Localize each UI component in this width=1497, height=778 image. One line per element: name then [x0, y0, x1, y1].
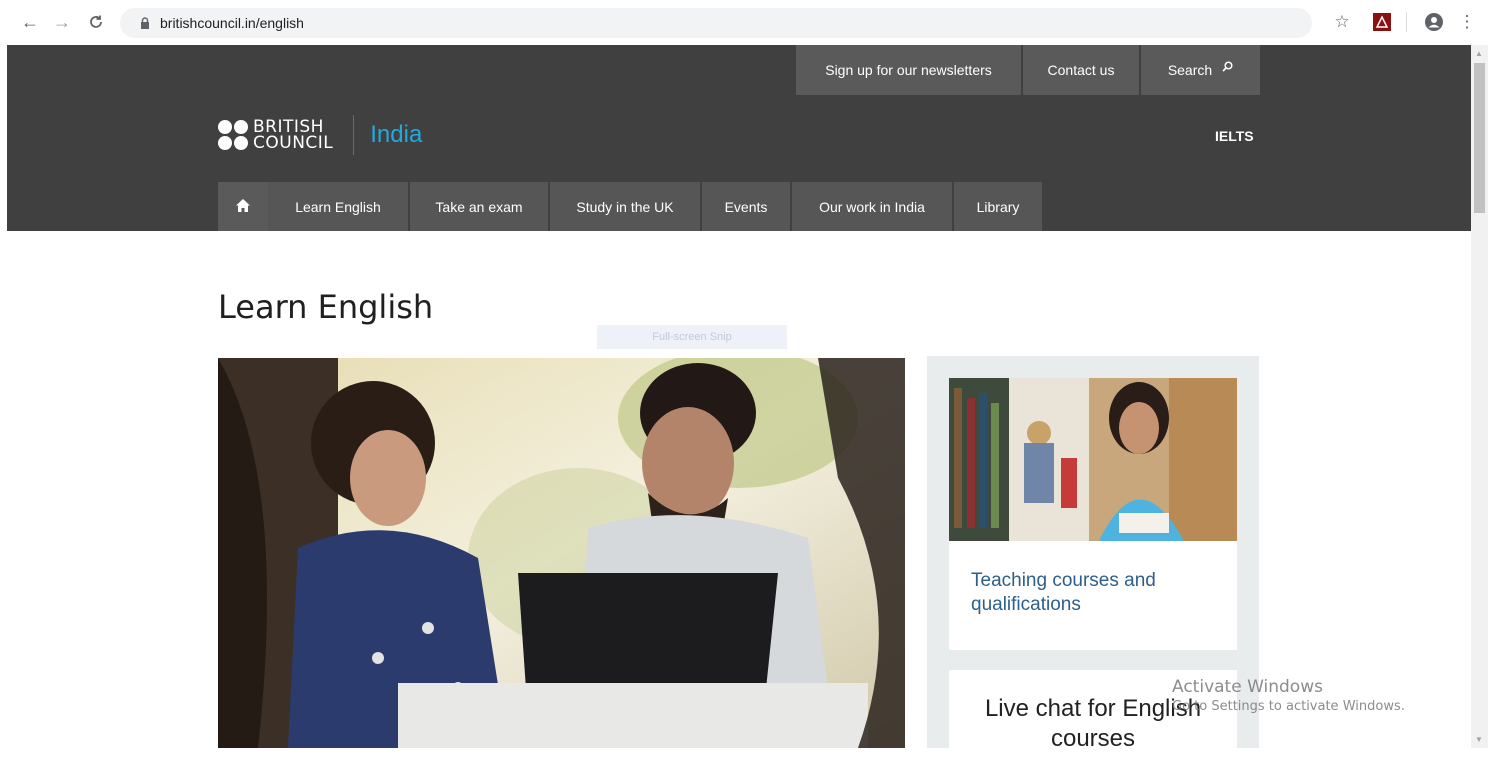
- reload-icon[interactable]: [84, 10, 108, 34]
- url-text: britishcouncil.in/english: [160, 15, 304, 31]
- nav-learn-english[interactable]: Learn English: [268, 182, 408, 231]
- page-scrollbar[interactable]: ▲ ▼: [1471, 45, 1488, 748]
- nav-label: Study in the UK: [576, 198, 674, 215]
- forward-arrow-icon[interactable]: →: [50, 10, 74, 34]
- nav-library[interactable]: Library: [954, 182, 1042, 231]
- nav-label: Take an exam: [435, 198, 523, 215]
- british-council-logo[interactable]: BRITISH COUNCIL India: [218, 115, 422, 155]
- page-title: Learn English: [218, 288, 434, 326]
- home-icon: [236, 198, 250, 215]
- search-label: Search: [1167, 62, 1213, 78]
- nav-home[interactable]: [218, 182, 268, 231]
- toolbar-divider: [1406, 12, 1407, 32]
- windows-activation-watermark: Activate Windows Go to Settings to activ…: [1172, 677, 1405, 714]
- logo-divider: [353, 115, 355, 155]
- teaching-courses-title[interactable]: Teaching courses and qualifications: [949, 541, 1237, 645]
- logo-wordmark: BRITISH COUNCIL: [253, 117, 334, 153]
- pdf-extension-icon[interactable]: [1370, 10, 1394, 34]
- nav-label: Learn English: [295, 198, 381, 215]
- newsletter-link-label: Sign up for our newsletters: [825, 62, 992, 78]
- browser-toolbar: ← → britishcouncil.in/english ☆ ⋮: [0, 0, 1497, 45]
- profile-icon[interactable]: [1422, 10, 1446, 34]
- card-image: [949, 378, 1237, 541]
- scroll-thumb[interactable]: [1474, 63, 1485, 213]
- watermark-subtitle: Go to Settings to activate Windows.: [1172, 699, 1405, 714]
- address-bar[interactable]: britishcouncil.in/english: [120, 8, 1312, 38]
- search-icon: [1222, 59, 1233, 75]
- logo-dots-icon: [218, 120, 248, 150]
- snip-overlay: Full-screen Snip: [597, 325, 787, 349]
- back-arrow-icon[interactable]: ←: [18, 10, 42, 34]
- nav-label: Our work in India: [819, 198, 925, 215]
- site-header: Sign up for our newsletters Contact us S…: [7, 45, 1471, 231]
- watermark-title: Activate Windows: [1172, 677, 1323, 697]
- scroll-down-arrow-icon[interactable]: ▼: [1475, 735, 1483, 744]
- scroll-up-arrow-icon[interactable]: ▲: [1475, 49, 1483, 58]
- contact-link[interactable]: Contact us: [1023, 45, 1139, 95]
- nav-our-work[interactable]: Our work in India: [792, 182, 952, 231]
- search-button[interactable]: Search: [1141, 45, 1260, 95]
- contact-link-label: Contact us: [1047, 62, 1115, 78]
- lock-icon: [140, 17, 150, 29]
- nav-events[interactable]: Events: [702, 182, 790, 231]
- teaching-courses-card[interactable]: Teaching courses and qualifications: [949, 378, 1237, 650]
- hero-image: [218, 358, 905, 748]
- country-label: India: [370, 121, 423, 148]
- ielts-link[interactable]: IELTS: [1215, 128, 1254, 144]
- nav-label: Events: [724, 198, 768, 215]
- nav-take-exam[interactable]: Take an exam: [410, 182, 548, 231]
- nav-label: Library: [976, 198, 1020, 215]
- newsletter-link[interactable]: Sign up for our newsletters: [796, 45, 1021, 95]
- nav-study-uk[interactable]: Study in the UK: [550, 182, 700, 231]
- bookmark-star-icon[interactable]: ☆: [1330, 10, 1354, 34]
- menu-kebab-icon[interactable]: ⋮: [1455, 10, 1479, 34]
